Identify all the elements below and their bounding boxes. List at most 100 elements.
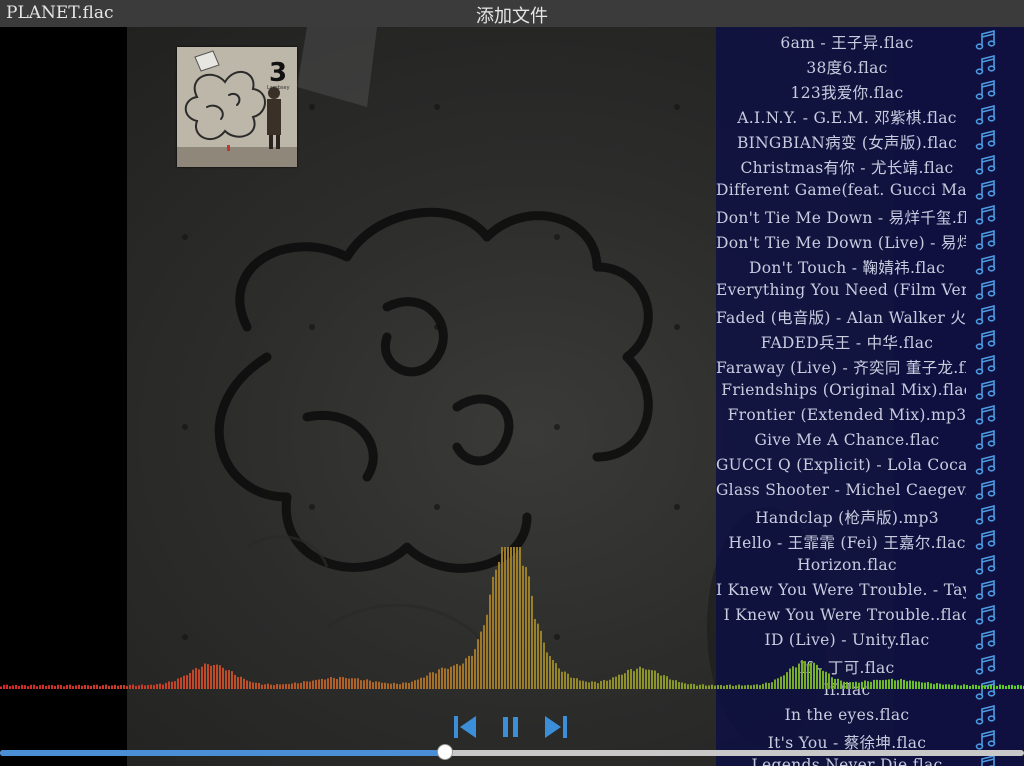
spectrum-bar xyxy=(1008,685,1010,689)
music-note-icon[interactable] xyxy=(974,429,998,453)
spectrum-bar xyxy=(861,681,863,689)
playlist-item[interactable]: Don't Touch - 鞠婧祎.flac xyxy=(716,253,1024,278)
music-note-icon[interactable] xyxy=(974,129,998,153)
progress-bar[interactable] xyxy=(0,750,1024,756)
spectrum-bar xyxy=(48,685,50,689)
spectrum-bar xyxy=(18,685,20,689)
playlist-item-name: Everything You Need (Film Version) - Sky… xyxy=(716,281,966,299)
spectrum-bar xyxy=(231,671,233,689)
music-note-icon[interactable] xyxy=(974,354,998,378)
spectrum-bar xyxy=(690,683,692,689)
music-note-icon[interactable] xyxy=(974,504,998,528)
playlist-item[interactable]: Faded (电音版) - Alan Walker 火箭少女.flac xyxy=(716,303,1024,328)
music-note-icon[interactable] xyxy=(974,204,998,228)
spectrum-bar xyxy=(969,685,971,689)
spectrum-bar xyxy=(339,676,341,689)
spectrum-bar xyxy=(651,670,653,689)
playlist-item[interactable]: Christmas有你 - 尤长靖.flac xyxy=(716,153,1024,178)
spectrum-bar xyxy=(393,682,395,689)
spectrum-bar xyxy=(963,684,965,689)
music-note-icon[interactable] xyxy=(974,479,998,503)
spectrum-bar xyxy=(183,675,185,689)
playlist-item[interactable]: A.I.N.Y. - G.E.M. 邓紫棋.flac xyxy=(716,103,1024,128)
spectrum-bar xyxy=(477,639,479,689)
music-note-icon[interactable] xyxy=(974,54,998,78)
playlist-item[interactable]: FADED兵王 - 中华.flac xyxy=(716,328,1024,353)
spectrum-bar xyxy=(972,684,974,689)
playlist-item[interactable]: 123我爱你.flac xyxy=(716,78,1024,103)
spectrum-bar xyxy=(162,684,164,689)
playlist-item[interactable]: Everything You Need (Film Version) - Sky… xyxy=(716,278,1024,303)
spectrum-bar xyxy=(75,685,77,689)
pause-icon[interactable] xyxy=(500,714,522,740)
playlist-item[interactable]: Handclap (枪声版).mp3 xyxy=(716,503,1024,528)
spectrum-bar xyxy=(159,683,161,689)
music-note-icon[interactable] xyxy=(974,404,998,428)
playlist-item[interactable]: Friendships (Original Mix).flac xyxy=(716,378,1024,403)
spectrum-bar xyxy=(807,663,809,689)
music-note-icon[interactable] xyxy=(974,454,998,478)
spectrum-bar xyxy=(711,684,713,689)
music-note-icon[interactable] xyxy=(974,79,998,103)
music-note-icon[interactable] xyxy=(974,229,998,253)
playlist-item[interactable]: Give Me A Chance.flac xyxy=(716,428,1024,453)
music-note-icon[interactable] xyxy=(974,104,998,128)
playlist-item-name: Handclap (枪声版).mp3 xyxy=(755,509,939,527)
spectrum-bar xyxy=(273,685,275,689)
spectrum-bar xyxy=(744,685,746,689)
spectrum-bar xyxy=(654,670,656,689)
spectrum-bar xyxy=(363,680,365,689)
spectrum-bar xyxy=(354,678,356,689)
spectrum-bar xyxy=(864,680,866,689)
playlist-item[interactable]: Faraway (Live) - 齐奕同 董子龙.flac xyxy=(716,353,1024,378)
spectrum-bar xyxy=(489,594,491,689)
skip-previous-icon[interactable] xyxy=(452,714,478,740)
spectrum-bar xyxy=(306,681,308,689)
playlist-item[interactable]: Don't Tie Me Down - 易烊千玺.flac xyxy=(716,203,1024,228)
spectrum-bar xyxy=(552,659,554,689)
playlist-item[interactable]: GUCCI Q (Explicit) - Lola Coca.mp3 xyxy=(716,453,1024,478)
playlist-item[interactable]: Different Game(feat. Gucci Mane).flac xyxy=(716,178,1024,203)
playlist-item[interactable]: 38度6.flac xyxy=(716,53,1024,78)
add-file-button[interactable]: 添加文件 xyxy=(0,2,1024,28)
spectrum-bar xyxy=(204,663,206,689)
music-note-icon[interactable] xyxy=(974,304,998,328)
spectrum-bar xyxy=(531,595,533,689)
music-note-icon[interactable] xyxy=(974,379,998,403)
playlist-item[interactable]: Glass Shooter - Michel Caegev.flac xyxy=(716,478,1024,503)
spectrum-bar xyxy=(420,677,422,689)
spectrum-bar xyxy=(666,676,668,689)
spectrum-bar xyxy=(756,684,758,689)
spectrum-bar xyxy=(0,686,2,689)
spectrum-bar xyxy=(249,681,251,689)
spectrum-bar xyxy=(105,684,107,689)
spectrum-bar xyxy=(15,684,17,689)
spectrum-bar xyxy=(729,684,731,689)
playlist-item-label-area: Give Me A Chance.flac xyxy=(716,428,966,453)
music-note-icon[interactable] xyxy=(974,179,998,203)
spectrum-bar xyxy=(288,684,290,689)
music-note-icon[interactable] xyxy=(974,279,998,303)
spectrum-bar xyxy=(291,683,293,689)
spectrum-bar xyxy=(798,663,800,689)
spectrum-bar xyxy=(930,683,932,689)
spectrum-bar xyxy=(600,680,602,689)
music-note-icon[interactable] xyxy=(974,329,998,353)
skip-next-icon[interactable] xyxy=(543,714,569,740)
spectrum-bar xyxy=(846,681,848,689)
spectrum-bar xyxy=(450,666,452,689)
spectrum-bar xyxy=(513,547,515,689)
progress-handle[interactable] xyxy=(437,744,453,760)
spectrum-bar xyxy=(900,678,902,689)
spectrum-bar xyxy=(582,680,584,689)
spectrum-bar xyxy=(942,684,944,689)
music-note-icon[interactable] xyxy=(974,254,998,278)
playlist-item[interactable]: Frontier (Extended Mix).mp3 xyxy=(716,403,1024,428)
music-note-icon[interactable] xyxy=(974,29,998,53)
spectrum-bar xyxy=(342,677,344,689)
cover-number: 3 xyxy=(269,58,287,88)
music-note-icon[interactable] xyxy=(974,154,998,178)
playlist-item[interactable]: Don't Tie Me Down (Live) - 易烊千玺.flac xyxy=(716,228,1024,253)
playlist-item[interactable]: BINGBIAN病变 (女声版).flac xyxy=(716,128,1024,153)
playlist-item[interactable]: 6am - 王子异.flac xyxy=(716,28,1024,53)
